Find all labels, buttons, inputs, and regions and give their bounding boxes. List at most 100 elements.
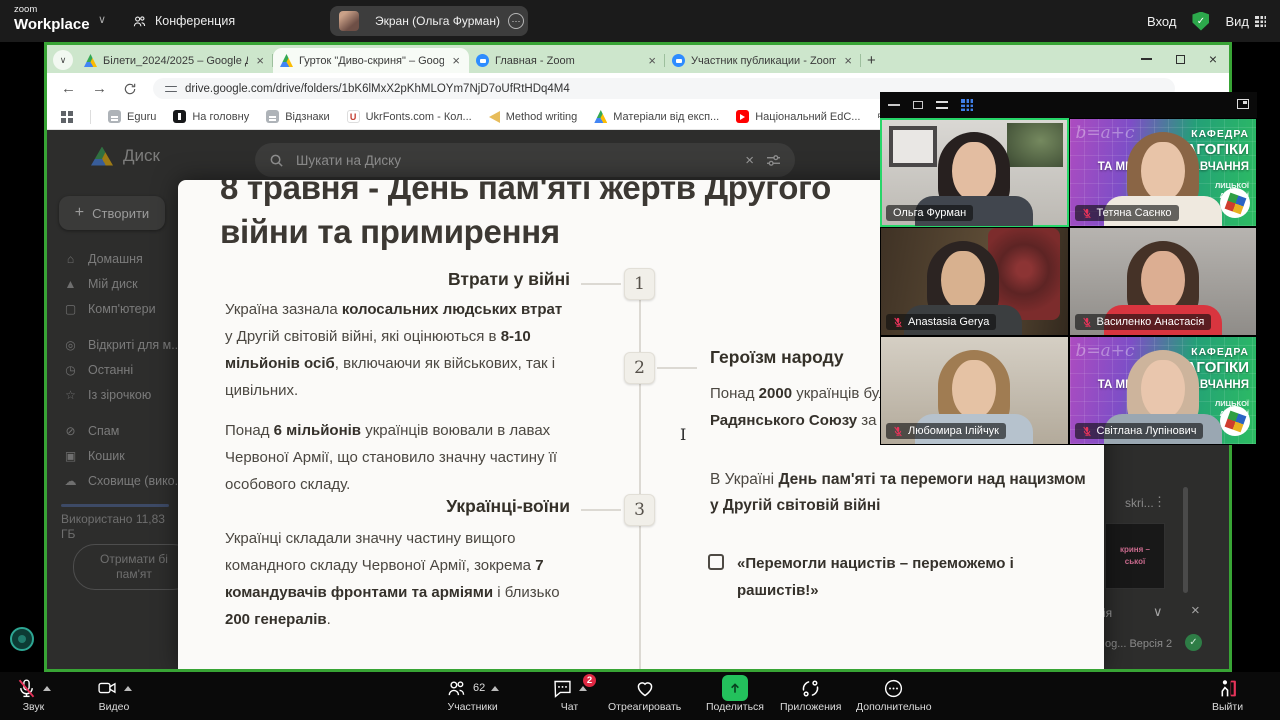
- toolbar-button[interactable]: 62 Участники: [446, 676, 499, 713]
- browser-tab[interactable]: Участник публикации - Zoom ×: [665, 48, 861, 73]
- video-tile[interactable]: Любомира Ілійчук: [880, 336, 1069, 445]
- storage-used-label: Використано 11,83 ГБ: [61, 512, 173, 542]
- zoom-top-bar: zoom Workplace ∨ Конференция Экран (Ольг…: [0, 0, 1280, 42]
- chevron-down-icon[interactable]: ∨: [98, 13, 106, 26]
- drive-nav-item[interactable]: ☁ Сховище (вико...: [47, 468, 187, 493]
- toolbar-button[interactable]: Выйти: [1212, 676, 1243, 713]
- drive-nav-item[interactable]: ◎ Відкриті для м...: [47, 332, 187, 357]
- participant-name-tag: Любомира Ілійчук: [886, 423, 1006, 439]
- text-cursor: I: [680, 425, 686, 444]
- minimize-icon[interactable]: [888, 104, 900, 106]
- mic-muted-icon: [893, 317, 903, 328]
- help-fab-icon[interactable]: [10, 627, 34, 651]
- video-tile[interactable]: b=a+c КАФЕДРА ПЕДАГОГІКИ ТА МЕТОДИКИ НАВ…: [1069, 336, 1258, 445]
- slide-title: 8 травня - День пам'яті жертв Другого ві…: [220, 180, 831, 254]
- timeline-number-1: 1: [624, 268, 655, 300]
- drive-nav-item[interactable]: ⌂ Домашня: [47, 246, 187, 271]
- bookmark[interactable]: Національний EdC...: [736, 110, 860, 123]
- search-options-icon[interactable]: [766, 154, 781, 167]
- video-tile[interactable]: Ольга Фурман: [880, 118, 1069, 227]
- new-tab-button[interactable]: +: [867, 52, 876, 69]
- drive-nav-item[interactable]: ◷ Останні: [47, 357, 187, 382]
- toolbar-button[interactable]: Звук: [16, 676, 51, 713]
- doc-favicon: [266, 110, 279, 123]
- upload-version-label: og... Версія 2: [1105, 638, 1172, 650]
- security-shield-icon[interactable]: ✓: [1192, 12, 1209, 31]
- back-icon[interactable]: ←: [61, 81, 76, 96]
- bookmark[interactable]: Method writing: [489, 111, 578, 123]
- tab-close-icon[interactable]: ×: [842, 53, 854, 68]
- chevron-up-icon[interactable]: [43, 686, 51, 691]
- video-tile[interactable]: Anastasia Gerya: [880, 227, 1069, 336]
- tab-close-icon[interactable]: ×: [646, 53, 658, 68]
- bookmark[interactable]: Eguru: [108, 110, 156, 123]
- kebab-menu-icon[interactable]: ⋮: [1153, 494, 1166, 510]
- window-minimize-icon[interactable]: [1141, 58, 1152, 60]
- upload-complete-check-icon: ✓: [1185, 634, 1202, 651]
- drive-nav-item[interactable]: ▣ Кошик: [47, 443, 187, 468]
- clear-search-icon[interactable]: ×: [745, 152, 754, 169]
- view-button[interactable]: Вид: [1225, 14, 1266, 29]
- signin-button[interactable]: Вход: [1147, 14, 1176, 29]
- tab-search-chevron-icon[interactable]: ∨: [53, 50, 73, 70]
- participant-name-tag: Anastasia Gerya: [886, 314, 996, 330]
- window-close-icon[interactable]: ×: [1209, 52, 1217, 66]
- drive-nav-item[interactable]: ⊘ Спам: [47, 418, 187, 443]
- toolbar-button[interactable]: Видео: [96, 676, 132, 713]
- browser-tab[interactable]: Білети_2024/2025 – Google Ди ×: [77, 48, 273, 73]
- forward-icon[interactable]: →: [92, 81, 107, 96]
- video-tile[interactable]: b=a+c КАФЕДРА ПЕДАГОГІКИ ТА МЕТОДИКИ НАВ…: [1069, 118, 1258, 227]
- browser-tab[interactable]: Гурток "Диво-скриня" – Googl ×: [273, 48, 469, 73]
- mic-muted-icon: [893, 426, 903, 437]
- bookmark[interactable]: Матеріали від експ...: [594, 110, 719, 123]
- drive-search-input[interactable]: Шукати на Диску ×: [255, 143, 795, 177]
- drive-nav-item[interactable]: ▲ Мій диск: [47, 271, 187, 296]
- toolbar-button[interactable]: Отреагировать: [608, 676, 681, 713]
- meeting-tab[interactable]: Конференция: [122, 8, 245, 34]
- view-grid-icon: [1255, 16, 1266, 27]
- shared-with-me-icon: ◎: [63, 338, 78, 352]
- toolbar-button[interactable]: 2 Чат: [552, 676, 587, 713]
- shared-screen-pill[interactable]: Экран (Ольга Фурман) ⋯: [330, 6, 528, 36]
- bookmark[interactable]: Відзнаки: [266, 110, 329, 123]
- section-paragraph: Українці складали значну частину вищого …: [225, 525, 587, 633]
- youtube-favicon: [736, 110, 749, 123]
- more-options-icon[interactable]: ⋯: [508, 13, 524, 29]
- toolbar-button[interactable]: Поделиться: [706, 676, 764, 713]
- drive-create-button[interactable]: + Створити: [59, 196, 165, 230]
- drive-logo[interactable]: Диск: [91, 146, 160, 166]
- home-icon: ⌂: [63, 252, 78, 266]
- speaker-view-icon[interactable]: [936, 101, 948, 109]
- apps-grid-icon[interactable]: [61, 111, 73, 123]
- browser-tab-strip: ∨ Білети_2024/2025 – Google Ди × Гурток …: [47, 45, 1229, 73]
- close-icon[interactable]: ×: [1191, 602, 1200, 619]
- file-thumbnail[interactable]: криня – ської: [1105, 523, 1165, 589]
- popout-icon[interactable]: [1237, 99, 1249, 109]
- toolbar-button[interactable]: Приложения: [780, 676, 841, 713]
- toolbar-button[interactable]: Дополнительно: [856, 676, 932, 713]
- more-icon: [883, 678, 904, 699]
- bookmark[interactable]: UkrFonts.com - Кол...: [347, 110, 472, 123]
- bookmark[interactable]: На головну: [173, 110, 249, 123]
- video-tile[interactable]: Василенко Анастасія: [1069, 227, 1258, 336]
- participants-icon: [132, 14, 147, 29]
- reload-icon[interactable]: [123, 82, 137, 96]
- tab-close-icon[interactable]: ×: [450, 53, 462, 68]
- section-paragraph: В Україні День пам'яті та перемоги над н…: [710, 467, 1098, 519]
- section-paragraph: Понад 6 мільйонів українців воювали в ла…: [225, 417, 573, 498]
- drive-nav-item[interactable]: ▢ Комп'ютери: [47, 296, 187, 321]
- drive-nav-item[interactable]: ☆ Із зірочкою: [47, 382, 187, 407]
- site-info-icon[interactable]: [165, 84, 177, 94]
- tab-close-icon[interactable]: ×: [254, 53, 266, 68]
- collapse-chevron-icon[interactable]: ∨: [1153, 604, 1163, 620]
- scrollbar[interactable]: [1183, 487, 1188, 593]
- maximize-icon[interactable]: [913, 101, 923, 109]
- get-more-storage-button[interactable]: Отримати бі пам'ят: [73, 544, 195, 590]
- browser-tab[interactable]: Главная - Zoom ×: [469, 48, 665, 73]
- chevron-up-icon[interactable]: [124, 686, 132, 691]
- gallery-view-icon[interactable]: [961, 99, 973, 111]
- window-maximize-icon[interactable]: [1176, 55, 1185, 64]
- mic-off-icon: [16, 678, 37, 699]
- participant-name-tag: Світлана Лупінович: [1075, 423, 1204, 439]
- chevron-up-icon[interactable]: [491, 686, 499, 691]
